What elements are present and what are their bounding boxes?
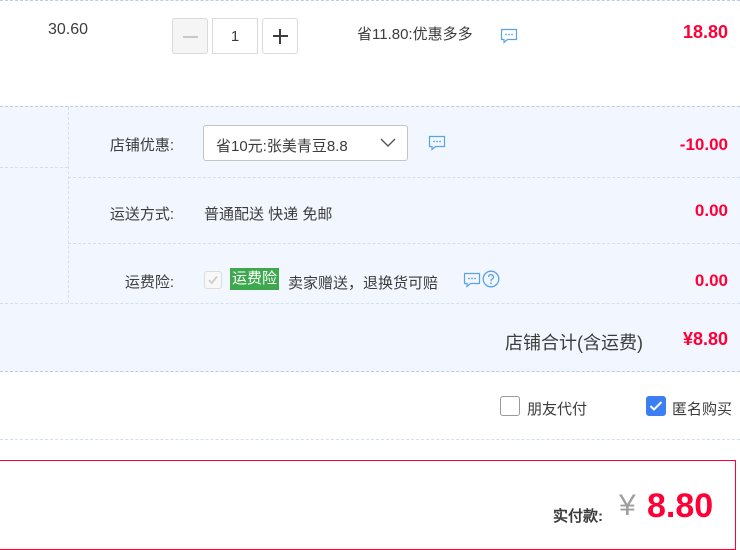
shop-discount-label: 店铺优惠:	[109, 137, 174, 154]
friend-pay-checkbox[interactable]	[500, 396, 520, 416]
chat-bubble-icon[interactable]	[463, 272, 481, 293]
anonymous-purchase-checkbox[interactable]	[646, 396, 666, 416]
order-options-row: 朋友代付 匿名购买	[0, 372, 740, 440]
item-subtotal: 18.80	[682, 22, 728, 42]
quantity-increase-button[interactable]	[262, 18, 298, 54]
unit-price: 30.60	[48, 21, 89, 38]
divider	[0, 303, 740, 304]
shop-summary-panel: 店铺优惠: 省10元:张美青豆8.8 -10.00 运送方式: 普通配送 快递 …	[0, 106, 740, 372]
checkmark-icon	[208, 276, 218, 285]
divider	[68, 177, 740, 178]
checkmark-icon	[649, 401, 663, 411]
item-promo-text: 省11.80:优惠多多	[357, 26, 473, 43]
payment-summary-box: 实付款: ¥ 8.80	[0, 460, 736, 550]
shop-total-value: ¥8.80	[682, 329, 728, 349]
divider	[68, 243, 740, 244]
quantity-input[interactable]	[212, 18, 258, 54]
chat-bubble-icon[interactable]	[428, 135, 446, 156]
friend-pay-label[interactable]: 朋友代付	[527, 398, 587, 419]
shop-total-label: 店铺合计(含运费)	[505, 333, 643, 353]
shop-discount-select[interactable]: 省10元:张美青豆8.8	[203, 125, 408, 161]
quantity-decrease-button[interactable]	[172, 18, 208, 54]
shipping-method-label: 运送方式:	[109, 206, 174, 223]
shipping-amount: 0.00	[694, 201, 728, 220]
shop-discount-amount: -10.00	[679, 135, 728, 154]
shipping-insurance-description: 卖家赠送，退换货可赔	[288, 275, 439, 292]
shop-left-column	[0, 107, 69, 303]
payment-amount: 8.80	[647, 487, 714, 525]
chevron-down-icon	[379, 134, 397, 157]
payment-label: 实付款:	[553, 508, 603, 525]
shipping-method-value: 普通配送 快递 免邮	[204, 206, 333, 223]
payment-currency: ¥	[619, 489, 636, 522]
shipping-insurance-badge: 运费险	[230, 268, 280, 290]
shop-discount-selected: 省10元:张美青豆8.8	[216, 138, 348, 155]
shipping-insurance-amount: 0.00	[694, 271, 728, 290]
anonymous-purchase-label[interactable]: 匿名购买	[672, 398, 732, 419]
shipping-insurance-label: 运费险:	[124, 274, 174, 291]
cart-item-row: 30.60 省11.80:优惠多多 18.80	[0, 0, 740, 101]
shipping-insurance-checkbox	[204, 271, 222, 289]
chat-bubble-icon[interactable]	[500, 28, 518, 49]
divider	[0, 167, 68, 168]
help-circle-icon[interactable]	[482, 270, 500, 293]
